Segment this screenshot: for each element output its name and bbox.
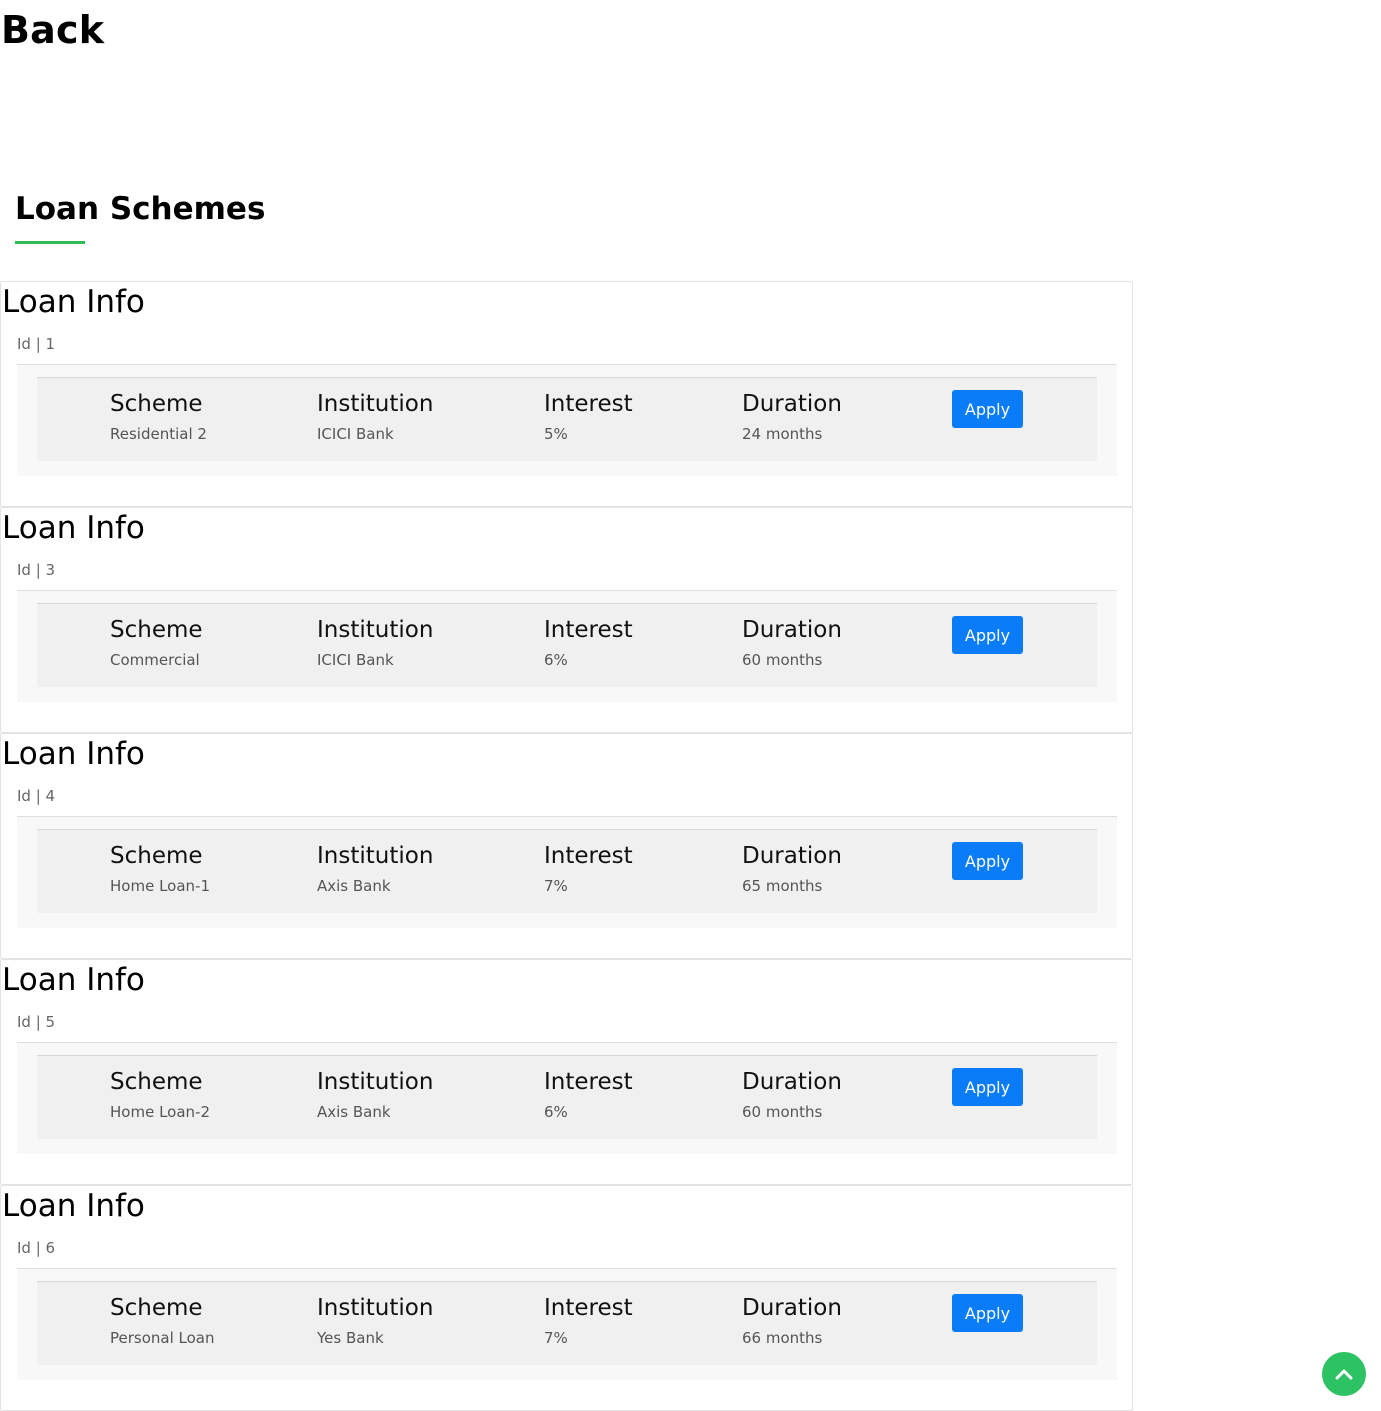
duration-column: Duration 60 months [742,1068,842,1122]
interest-value: 7% [544,1329,568,1347]
page-title: Loan Schemes [15,191,266,227]
institution-label: Institution [317,617,434,643]
scheme-value: Personal Loan [110,1329,215,1347]
institution-column: Institution ICICI Bank [317,616,433,670]
duration-label: Duration [742,843,842,869]
scheme-label: Scheme [110,1295,203,1321]
card-title: Loan Info [2,284,145,320]
institution-label: Institution [317,1069,434,1095]
institution-value: Axis Bank [317,877,391,895]
duration-value: 66 months [742,1329,823,1347]
institution-value: Yes Bank [317,1329,384,1347]
duration-label: Duration [742,1069,842,1095]
institution-column: Institution Axis Bank [317,1068,433,1122]
institution-column: Institution ICICI Bank [317,390,433,444]
apply-button[interactable]: Apply [952,1068,1023,1106]
scheme-value: Home Loan-1 [110,877,210,895]
loan-card: Loan Info Id | 1 Scheme Residential 2 In… [0,281,1133,507]
scheme-label: Scheme [110,843,203,869]
institution-column: Institution Axis Bank [317,842,433,896]
loan-id: Id | 5 [17,1013,56,1031]
scheme-column: Scheme Home Loan-1 [110,842,210,896]
card-title: Loan Info [2,736,145,772]
title-underline [15,241,85,244]
loan-card: Loan Info Id | 3 Scheme Commercial Insti… [0,507,1133,733]
scheme-column: Scheme Personal Loan [110,1294,215,1348]
card-title: Loan Info [2,510,145,546]
card-body: Scheme Home Loan-2 Institution Axis Bank… [17,1042,1117,1154]
card-title: Loan Info [2,1188,145,1224]
scheme-column: Scheme Commercial [110,616,203,670]
scheme-label: Scheme [110,391,203,417]
institution-label: Institution [317,1295,434,1321]
loan-card: Loan Info Id | 4 Scheme Home Loan-1 Inst… [0,733,1133,959]
loan-details-row: Scheme Home Loan-2 Institution Axis Bank… [37,1055,1097,1139]
loan-details-row: Scheme Commercial Institution ICICI Bank… [37,603,1097,687]
duration-label: Duration [742,1295,842,1321]
duration-column: Duration 24 months [742,390,842,444]
apply-button[interactable]: Apply [952,842,1023,880]
chevron-up-icon [1335,1369,1353,1380]
loan-card-list: Loan Info Id | 1 Scheme Residential 2 In… [0,281,1133,1411]
card-body: Scheme Residential 2 Institution ICICI B… [17,364,1117,476]
interest-value: 7% [544,877,568,895]
duration-label: Duration [742,617,842,643]
loan-id: Id | 6 [17,1239,56,1257]
duration-label: Duration [742,391,842,417]
interest-label: Interest [544,843,633,869]
scheme-value: Home Loan-2 [110,1103,210,1121]
duration-value: 24 months [742,425,823,443]
interest-label: Interest [544,391,633,417]
duration-column: Duration 60 months [742,616,842,670]
duration-column: Duration 66 months [742,1294,842,1348]
institution-value: ICICI Bank [317,425,394,443]
scheme-column: Scheme Residential 2 [110,390,207,444]
interest-label: Interest [544,1295,633,1321]
institution-column: Institution Yes Bank [317,1294,433,1348]
scheme-label: Scheme [110,617,203,643]
card-body: Scheme Personal Loan Institution Yes Ban… [17,1268,1117,1380]
loan-id: Id | 4 [17,787,56,805]
scheme-value: Commercial [110,651,200,669]
back-link[interactable]: Back [1,4,104,56]
scroll-to-top-button[interactable] [1322,1352,1366,1396]
interest-column: Interest 6% [544,616,633,670]
institution-value: ICICI Bank [317,651,394,669]
loan-id: Id | 1 [17,335,56,353]
institution-label: Institution [317,391,434,417]
interest-value: 6% [544,1103,568,1121]
interest-column: Interest 6% [544,1068,633,1122]
apply-button[interactable]: Apply [952,390,1023,428]
loan-card: Loan Info Id | 6 Scheme Personal Loan In… [0,1185,1133,1411]
duration-value: 65 months [742,877,823,895]
institution-value: Axis Bank [317,1103,391,1121]
scheme-column: Scheme Home Loan-2 [110,1068,210,1122]
scheme-label: Scheme [110,1069,203,1095]
card-body: Scheme Commercial Institution ICICI Bank… [17,590,1117,702]
interest-column: Interest 7% [544,1294,633,1348]
interest-value: 5% [544,425,568,443]
loan-details-row: Scheme Home Loan-1 Institution Axis Bank… [37,829,1097,913]
apply-button[interactable]: Apply [952,616,1023,654]
interest-column: Interest 5% [544,390,633,444]
loan-details-row: Scheme Residential 2 Institution ICICI B… [37,377,1097,461]
card-title: Loan Info [2,962,145,998]
institution-label: Institution [317,843,434,869]
interest-label: Interest [544,1069,633,1095]
duration-value: 60 months [742,1103,823,1121]
duration-value: 60 months [742,651,823,669]
scheme-value: Residential 2 [110,425,207,443]
loan-id: Id | 3 [17,561,56,579]
interest-value: 6% [544,651,568,669]
interest-column: Interest 7% [544,842,633,896]
interest-label: Interest [544,617,633,643]
loan-card: Loan Info Id | 5 Scheme Home Loan-2 Inst… [0,959,1133,1185]
apply-button[interactable]: Apply [952,1294,1023,1332]
loan-details-row: Scheme Personal Loan Institution Yes Ban… [37,1281,1097,1365]
card-body: Scheme Home Loan-1 Institution Axis Bank… [17,816,1117,928]
duration-column: Duration 65 months [742,842,842,896]
